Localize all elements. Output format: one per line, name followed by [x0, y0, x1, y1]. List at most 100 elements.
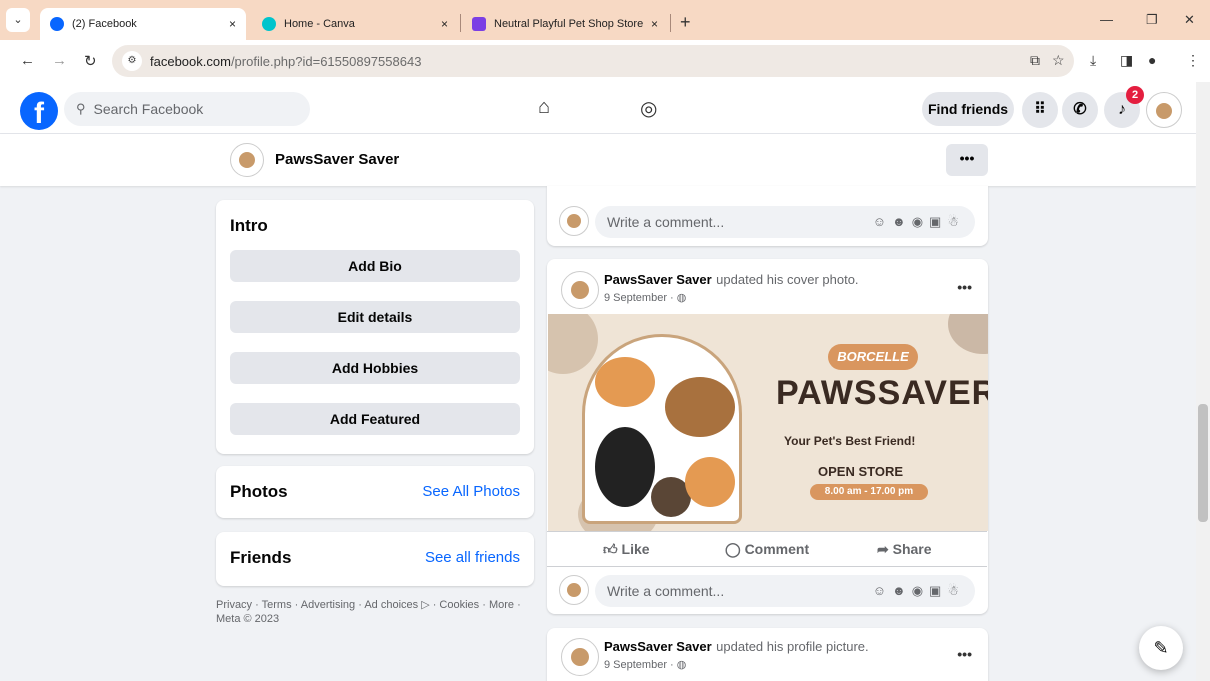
reload-icon[interactable]: ↻: [84, 52, 97, 70]
tab-close-icon[interactable]: ×: [229, 17, 236, 31]
footer-links[interactable]: Privacy · Terms · Advertising · Ad choic…: [216, 598, 536, 612]
footer-copyright: Meta © 2023: [216, 613, 280, 625]
bookmark-star-icon[interactable]: ☆: [1052, 52, 1065, 69]
share-button[interactable]: ➦ Share: [877, 541, 932, 558]
search-placeholder: Search Facebook: [93, 101, 204, 117]
tab-title: Home - Canva: [284, 18, 355, 30]
download-icon[interactable]: ⤓: [1090, 52, 1096, 69]
tab-canva[interactable]: Home - Canva ×: [252, 8, 458, 40]
photos-heading: Photos: [230, 482, 288, 501]
notification-badge: 2: [1126, 86, 1144, 104]
site-info-icon[interactable]: ⚙: [122, 51, 142, 71]
add-bio-button[interactable]: Add Bio: [230, 250, 520, 282]
edit-details-button[interactable]: Edit details: [230, 301, 520, 333]
comment-bubble-icon: ◯: [725, 541, 741, 557]
home-icon[interactable]: ⌂: [538, 96, 550, 119]
post-action-text: updated his cover photo.: [716, 272, 859, 287]
canva-design-favicon-icon: [472, 17, 486, 31]
facebook-logo-icon[interactable]: f: [20, 92, 58, 130]
cover-title: PAWSSAVER: [776, 374, 988, 412]
post-date[interactable]: 9 September ·: [604, 292, 677, 304]
see-all-friends-link[interactable]: See all friends: [425, 549, 520, 566]
profile-more-button[interactable]: •••: [946, 144, 988, 176]
tab-close-icon[interactable]: ×: [651, 17, 658, 31]
forward-arrow-icon[interactable]: →: [52, 52, 67, 69]
friends-heading: Friends: [230, 548, 292, 567]
side-panel-icon[interactable]: ◨: [1120, 52, 1133, 69]
tab-separator: [670, 14, 671, 32]
comment-tool-icons[interactable]: ☺☻◉▣☃: [873, 206, 965, 238]
groups-icon[interactable]: ◎: [640, 96, 657, 121]
cover-tagline: Your Pet's Best Friend!: [784, 434, 916, 448]
cover-hours: 8.00 am - 17.00 pm: [810, 484, 928, 500]
cover-photo-image[interactable]: BORCELLE PAWSSAVER Your Pet's Best Frien…: [548, 314, 988, 531]
post-action-bar: 👍︎ Like ◯ Comment ➦ Share: [547, 531, 987, 567]
url-text: facebook.com/profile.php?id=615508975586…: [150, 53, 422, 69]
tab-title: (2) Facebook: [72, 18, 137, 30]
profile-avatar[interactable]: [230, 143, 264, 177]
kitten-illustration: [685, 457, 735, 507]
decor-blob: [548, 314, 598, 374]
comment-tool-icons[interactable]: ☺☻◉▣☃: [873, 575, 965, 607]
post-header: PawsSaver Saver updated his profile pict…: [604, 638, 869, 671]
dog-illustration: [595, 427, 655, 507]
globe-icon: ◍: [676, 292, 687, 304]
tab-facebook[interactable]: (2) Facebook ×: [40, 8, 246, 40]
pets-arch-frame: [582, 334, 742, 524]
post-header: PawsSaver Saver updated his cover photo.…: [604, 271, 859, 304]
comment-input[interactable]: Write a comment... ☺☻◉▣☃: [595, 206, 975, 238]
address-bar[interactable]: ⚙ facebook.com/profile.php?id=6155089755…: [112, 45, 1074, 77]
tab-pet-shop[interactable]: Neutral Playful Pet Shop Store ×: [462, 8, 668, 40]
window-close-icon[interactable]: ✕: [1184, 12, 1195, 28]
post-author-name[interactable]: PawsSaver Saver: [604, 272, 712, 287]
post-date[interactable]: 9 September ·: [604, 659, 677, 671]
post-author-avatar[interactable]: [561, 271, 599, 309]
comment-row: Write a comment... ☺☻◉▣☃: [559, 575, 975, 611]
comment-input[interactable]: Write a comment... ☺☻◉▣☃: [595, 575, 975, 607]
see-all-photos-link[interactable]: See All Photos: [422, 483, 520, 500]
tab-search-button[interactable]: ⌄: [6, 8, 30, 32]
minimize-icon[interactable]: —: [1100, 12, 1113, 27]
cover-brand: BORCELLE: [828, 344, 918, 370]
commenter-avatar[interactable]: [559, 575, 589, 605]
tab-close-icon[interactable]: ×: [441, 17, 448, 31]
find-friends-button[interactable]: Find friends: [922, 92, 1014, 126]
account-avatar[interactable]: [1146, 92, 1182, 128]
new-message-icon[interactable]: ✎: [1139, 626, 1183, 670]
comment-row: Write a comment... ☺☻◉▣☃: [559, 206, 975, 242]
cover-open-store: OPEN STORE: [818, 464, 904, 479]
post-card-profile-picture: PawsSaver Saver updated his profile pict…: [547, 628, 988, 681]
restore-icon[interactable]: ❐: [1146, 12, 1158, 28]
scrollbar-thumb[interactable]: [1198, 404, 1208, 522]
page-scrollbar[interactable]: [1196, 82, 1210, 681]
back-arrow-icon[interactable]: ←: [20, 52, 35, 69]
commenter-avatar[interactable]: [559, 206, 589, 236]
messenger-icon[interactable]: ✆: [1062, 92, 1098, 128]
page-footer: Privacy · Terms · Advertising · Ad choic…: [216, 598, 536, 626]
decor-blob: [948, 314, 988, 354]
photos-card: Photos See All Photos: [216, 466, 534, 518]
tab-separator: [460, 14, 461, 32]
profile-name[interactable]: PawsSaver Saver: [275, 151, 399, 168]
cast-icon[interactable]: ⧉: [1030, 52, 1040, 69]
browser-menu-icon[interactable]: ⋮: [1186, 52, 1200, 69]
post-more-icon[interactable]: •••: [957, 646, 972, 662]
profile-avatar-icon[interactable]: ●: [1148, 52, 1156, 68]
menu-grid-icon[interactable]: ⠿: [1022, 92, 1058, 128]
search-input[interactable]: ⚲ Search Facebook: [64, 92, 310, 126]
facebook-top-nav: f ⚲ Search Facebook ⌂ ◎ Find friends ⠿ ✆…: [0, 82, 1196, 134]
comment-button[interactable]: ◯ Comment: [725, 541, 809, 558]
post-author-name[interactable]: PawsSaver Saver: [604, 639, 712, 654]
browser-toolbar: ← → ↻ ⚙ facebook.com/profile.php?id=6155…: [0, 40, 1210, 82]
search-icon: ⚲: [76, 101, 86, 116]
post-more-icon[interactable]: •••: [957, 279, 972, 295]
add-hobbies-button[interactable]: Add Hobbies: [230, 352, 520, 384]
intro-heading: Intro: [230, 216, 268, 235]
post-author-avatar[interactable]: [561, 638, 599, 676]
profile-header: PawsSaver Saver •••: [0, 134, 1196, 186]
add-featured-button[interactable]: Add Featured: [230, 403, 520, 435]
friends-card: Friends See all friends: [216, 532, 534, 586]
cat-illustration: [595, 357, 655, 407]
new-tab-button[interactable]: +: [680, 12, 691, 33]
like-button[interactable]: 👍︎ Like: [603, 541, 650, 558]
